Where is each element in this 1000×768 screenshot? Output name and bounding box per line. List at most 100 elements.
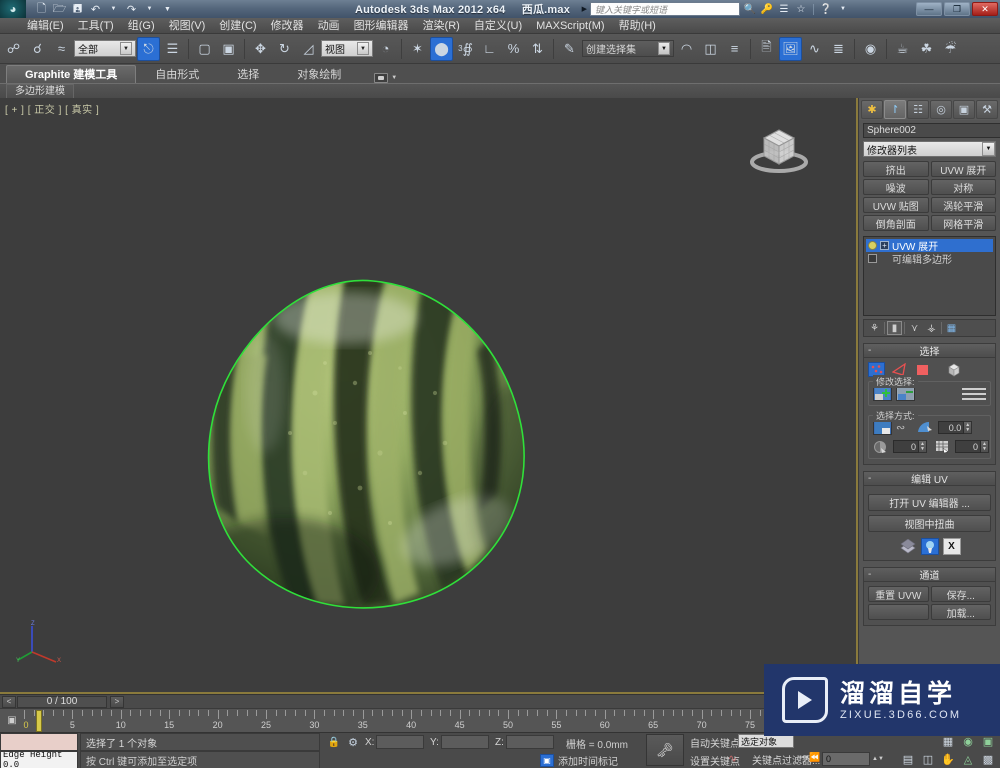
pin-stack-icon[interactable]: ⚘ <box>867 321 882 335</box>
use-pivot-point-center-icon[interactable]: ◔ <box>374 37 397 61</box>
create-tab[interactable]: ✱ <box>861 99 883 119</box>
object-name-input[interactable] <box>863 123 1000 138</box>
undo-icon[interactable]: ↶ <box>88 2 103 16</box>
select-and-move-icon[interactable]: ✥ <box>249 37 272 61</box>
collapse-icon[interactable]: - <box>868 345 871 356</box>
coord-z-input[interactable] <box>505 735 554 749</box>
spinner-arrows-icon[interactable]: ▲▼ <box>981 440 989 453</box>
customize-qat-icon[interactable]: ▼ <box>160 2 175 16</box>
auto-key-button[interactable]: 自动关键点 <box>690 735 740 750</box>
make-unique-icon[interactable]: ⋎ <box>907 321 922 335</box>
tab-object-paint[interactable]: 对象绘制 <box>278 65 360 83</box>
select-by-name-icon[interactable]: ☰ <box>161 37 184 61</box>
maximize-viewport-icon[interactable]: ▩ <box>980 752 996 767</box>
viewcube-icon[interactable] <box>744 116 814 178</box>
modifier-list-dropdown[interactable]: 修改器列表 ▼ <box>863 141 996 157</box>
modifier-stack[interactable]: + UVW 展开 可编辑多边形 <box>863 236 996 316</box>
select-by-element-icon[interactable] <box>873 420 892 435</box>
angle-threshold-input[interactable] <box>938 421 965 434</box>
material-id-spinner[interactable]: ▲▼ <box>955 440 989 453</box>
modifier-stack-item-editable-poly[interactable]: 可编辑多边形 <box>866 252 993 266</box>
align-flyout-icon[interactable]: ◫ <box>699 37 722 61</box>
go-to-start-icon[interactable]: ⏮ <box>800 752 808 763</box>
named-selection-set-combo[interactable]: 创建选择集 ▼ <box>582 40 674 57</box>
menu-graph-editors[interactable]: 图形编辑器 <box>347 18 416 34</box>
expand-plus-icon[interactable]: + <box>880 241 889 250</box>
select-by-angle-icon[interactable] <box>915 420 934 435</box>
add-time-tag-group[interactable]: ▣ 添加时间标记 <box>540 753 618 768</box>
element-subobject-icon[interactable] <box>945 362 962 377</box>
menu-views[interactable]: 视图(V) <box>162 18 213 34</box>
prev-frame-button[interactable]: < <box>2 695 16 708</box>
rollout-edit-uv-header[interactable]: - 编辑 UV <box>864 472 995 486</box>
maxscript-listener-white[interactable]: Edge Height 0.0 <box>0 751 78 768</box>
modifier-unwrap-uvw-button[interactable]: UVW 展开 <box>930 161 996 177</box>
unlink-selection-icon[interactable]: ☌ <box>26 37 49 61</box>
render-production-icon[interactable]: ☔ <box>939 37 962 61</box>
quick-planar-map-icon[interactable] <box>899 538 917 555</box>
undo-dropdown-icon[interactable]: ▼ <box>106 2 121 16</box>
select-by-material-id-icon[interactable] <box>935 439 951 454</box>
loop-ring-lines-icon[interactable] <box>962 387 986 400</box>
selected-object-set-combo[interactable]: 选定对象 <box>738 734 794 748</box>
modifier-symmetry-button[interactable]: 对称 <box>930 179 996 195</box>
frame-display[interactable]: 0 / 100 <box>17 695 107 708</box>
percent-snap-toggle-icon[interactable]: ∟ <box>478 37 501 61</box>
search-binoculars-icon[interactable]: 🔍 <box>743 2 757 16</box>
menu-modifiers[interactable]: 修改器 <box>264 18 311 34</box>
reference-coordinate-system-combo[interactable]: 视图 ▼ <box>321 40 373 57</box>
modifier-bevel-profile-button[interactable]: 倒角剖面 <box>863 215 929 231</box>
redo-icon[interactable]: ↷ <box>124 2 139 16</box>
hierarchy-tab[interactable]: ☷ <box>907 99 929 119</box>
orbit-icon[interactable]: ◬ <box>960 752 976 767</box>
pan-view-icon[interactable]: ✋ <box>940 752 956 767</box>
warp-in-view-button[interactable]: 视图中扭曲 <box>868 515 991 532</box>
load-channel-button[interactable]: 加载... <box>930 604 991 620</box>
key-mode-toggle-icon[interactable]: 🗝 <box>646 734 684 766</box>
modifier-turbosmooth-button[interactable]: 涡轮平滑 <box>930 197 996 213</box>
close-button[interactable]: ✕ <box>972 2 998 16</box>
quick-peel-icon[interactable] <box>920 538 939 555</box>
time-slider-handle[interactable] <box>36 710 42 732</box>
menu-maxscript[interactable]: MAXScript(M) <box>529 18 611 34</box>
collapse-icon[interactable]: - <box>868 473 871 484</box>
zoom-extents-icon[interactable]: ▣ <box>980 734 996 749</box>
coord-y-input[interactable] <box>440 735 489 749</box>
transform-type-in-icon[interactable]: ⚙ <box>346 735 360 749</box>
rollout-selection-header[interactable]: - 选择 <box>864 344 995 358</box>
menu-animation[interactable]: 动画 <box>311 18 347 34</box>
zoom-region-icon[interactable]: ▤ <box>900 752 916 767</box>
ribbon-minimize-control[interactable]: ▼ <box>374 73 397 83</box>
menu-edit[interactable]: 编辑(E) <box>20 18 71 34</box>
new-file-icon[interactable]: 🗋 <box>34 2 49 16</box>
select-object-icon[interactable]: ⎋ <box>137 36 160 61</box>
search-expand-icon[interactable]: ▶ <box>582 5 587 13</box>
field-of-view-icon[interactable]: ◫ <box>920 752 936 767</box>
tab-graphite-modeling-tools[interactable]: Graphite 建模工具 <box>6 65 137 83</box>
modifier-extrude-button[interactable]: 挤出 <box>863 161 929 177</box>
viewport[interactable]: [ + ] [ 正交 ] [ 真实 ] Z X Y <box>0 98 858 694</box>
curve-editor-icon[interactable]: ∿ <box>803 37 826 61</box>
modify-tab[interactable]: ↾ <box>884 99 906 119</box>
communication-center-icon[interactable]: ☰ <box>777 2 791 16</box>
next-frame-button[interactable]: > <box>110 695 124 708</box>
material-editor-icon[interactable]: ◉ <box>859 37 882 61</box>
rendered-frame-window-icon[interactable]: ☘ <box>915 37 938 61</box>
rectangular-selection-region-icon[interactable]: ▢ <box>193 37 216 61</box>
modifier-meshsmooth-button[interactable]: 网格平滑 <box>930 215 996 231</box>
open-mini-curve-editor-icon[interactable]: ▣ <box>4 713 20 727</box>
show-end-result-icon[interactable]: ▮ <box>887 321 902 335</box>
spinner-snap-toggle-icon[interactable]: % <box>502 37 525 61</box>
spinner-arrows-icon[interactable]: ▲▼ <box>919 440 927 453</box>
select-by-smoothing-group-icon[interactable] <box>873 439 889 454</box>
modifier-uvw-map-button[interactable]: UVW 贴图 <box>863 197 929 213</box>
light-bulb-icon[interactable] <box>868 241 877 250</box>
key-filters-icon[interactable]: ∿ <box>728 752 737 765</box>
spinner-arrows-icon[interactable]: ▲▼ <box>964 421 973 434</box>
subscription-key-icon[interactable]: 🔑 <box>760 2 774 16</box>
maxscript-listener-pink[interactable] <box>0 733 78 751</box>
previous-frame-icon[interactable]: ⏪ <box>809 752 820 763</box>
schematic-view-icon[interactable]: ≣ <box>827 37 850 61</box>
configure-modifier-sets-icon[interactable]: ▦ <box>944 321 959 335</box>
search-input[interactable]: 键入关键字或短语 <box>590 2 740 16</box>
